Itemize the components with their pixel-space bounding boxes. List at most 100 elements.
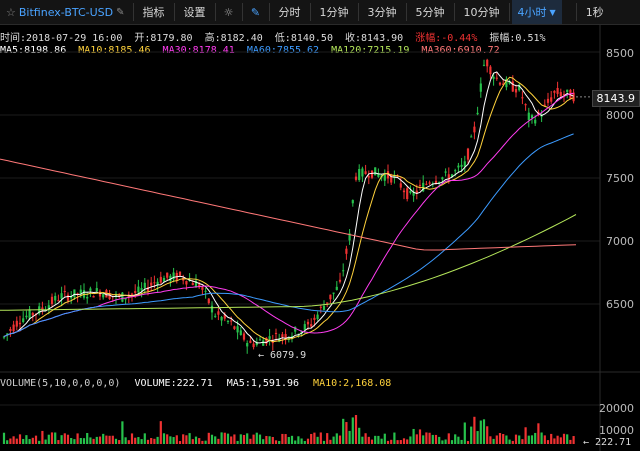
candle-body <box>201 287 204 290</box>
volume-bar <box>198 438 201 444</box>
volume-bar <box>492 438 495 444</box>
candle-body <box>214 315 217 317</box>
candle-body <box>204 290 207 292</box>
candle-body <box>521 97 524 99</box>
volume-bar <box>527 435 530 444</box>
candle-body <box>530 115 534 119</box>
volume-ma10: MA10:2,168.08 <box>313 378 392 389</box>
volume-bar <box>60 435 63 444</box>
volume-bar <box>246 433 249 444</box>
volume-bar <box>38 440 41 444</box>
candle-body <box>495 77 498 79</box>
volume-bar <box>98 436 102 444</box>
candle-body <box>329 294 332 300</box>
candle-body <box>534 119 537 124</box>
candle-body <box>498 82 502 85</box>
volume-bar <box>162 433 166 444</box>
volume-bar <box>297 436 300 444</box>
candle-body <box>351 200 354 204</box>
candle-body <box>57 300 60 302</box>
volume-bar <box>374 435 377 444</box>
candle-body <box>338 279 342 282</box>
volume-indicator-label: VOLUME(5,10,0,0,0,0) <box>0 378 121 389</box>
volume-bar <box>486 426 489 444</box>
volume-bar <box>188 433 191 444</box>
volume-bar <box>367 436 370 444</box>
volume-bar <box>361 436 364 444</box>
ma360-line <box>0 158 577 251</box>
ma5-line <box>3 71 574 344</box>
candle-body <box>418 184 422 186</box>
volume-bar <box>22 438 25 444</box>
current-price-tag: 8143.9 <box>591 90 640 107</box>
candle-body <box>527 112 530 121</box>
volume-bar <box>306 438 310 444</box>
candle-body <box>281 334 284 338</box>
volume-bar <box>303 441 306 444</box>
volume-bar <box>482 419 486 444</box>
volume-bar <box>134 437 137 444</box>
candle-body <box>162 277 166 282</box>
candle-body <box>130 293 134 295</box>
candle-body <box>479 83 482 92</box>
candle-body <box>274 332 278 335</box>
volume-bar <box>156 436 159 444</box>
volume-bar <box>524 427 527 444</box>
volume-bar <box>358 427 361 444</box>
volume-bar <box>380 438 383 444</box>
volume-bar <box>463 422 466 444</box>
volume-bar <box>194 436 198 444</box>
candle-body <box>12 324 15 332</box>
price-tick-8000: 8000 <box>606 109 634 122</box>
candle-body <box>226 320 230 322</box>
candle-body <box>249 340 252 343</box>
price-tick-7500: 7500 <box>606 172 634 185</box>
candle-body <box>31 312 34 316</box>
candle-body <box>335 286 338 290</box>
candle-body <box>345 248 348 254</box>
volume-bar <box>182 434 185 444</box>
volume-bar <box>422 435 425 444</box>
candle-body <box>383 174 386 181</box>
volume-bar <box>2 432 6 444</box>
candle-body <box>92 295 95 298</box>
candle-body <box>492 76 495 79</box>
volume-bar <box>409 436 412 444</box>
volume-bar <box>460 439 463 444</box>
volume-bar <box>265 435 268 444</box>
volume-bar <box>210 434 214 444</box>
volume-bar <box>351 417 354 444</box>
volume-bar <box>521 439 524 444</box>
candle-body <box>217 311 220 315</box>
volume-last-marker: ← 222.71 <box>583 437 632 448</box>
volume-bar <box>150 438 153 444</box>
volume-bar <box>530 435 534 444</box>
candle-body <box>303 324 306 330</box>
volume-bar <box>390 439 393 444</box>
candle-body <box>476 112 479 115</box>
candle-body <box>230 320 233 322</box>
volume-bar <box>76 433 79 444</box>
volume-bar <box>431 434 434 444</box>
volume-bar <box>185 435 188 444</box>
candle-body <box>242 333 246 340</box>
candle-body <box>482 64 486 66</box>
volume-bar <box>28 439 31 444</box>
volume-bar <box>402 438 406 444</box>
volume-bar <box>175 435 178 444</box>
volume-bar <box>140 439 143 444</box>
volume-bar <box>223 432 226 444</box>
volume-bar <box>364 433 367 444</box>
volume-bar <box>124 437 127 444</box>
candle-body <box>342 270 345 272</box>
volume-bar <box>92 438 95 444</box>
volume-bar <box>454 434 457 444</box>
volume-bar <box>473 416 476 444</box>
volume-bar <box>15 438 18 444</box>
volume-bar <box>18 434 22 444</box>
candle-body <box>246 343 249 347</box>
volume-bar <box>137 437 140 444</box>
volume-bar <box>159 421 162 444</box>
candle-body <box>28 309 31 319</box>
volume-tick-10000: 10000 <box>599 424 634 437</box>
